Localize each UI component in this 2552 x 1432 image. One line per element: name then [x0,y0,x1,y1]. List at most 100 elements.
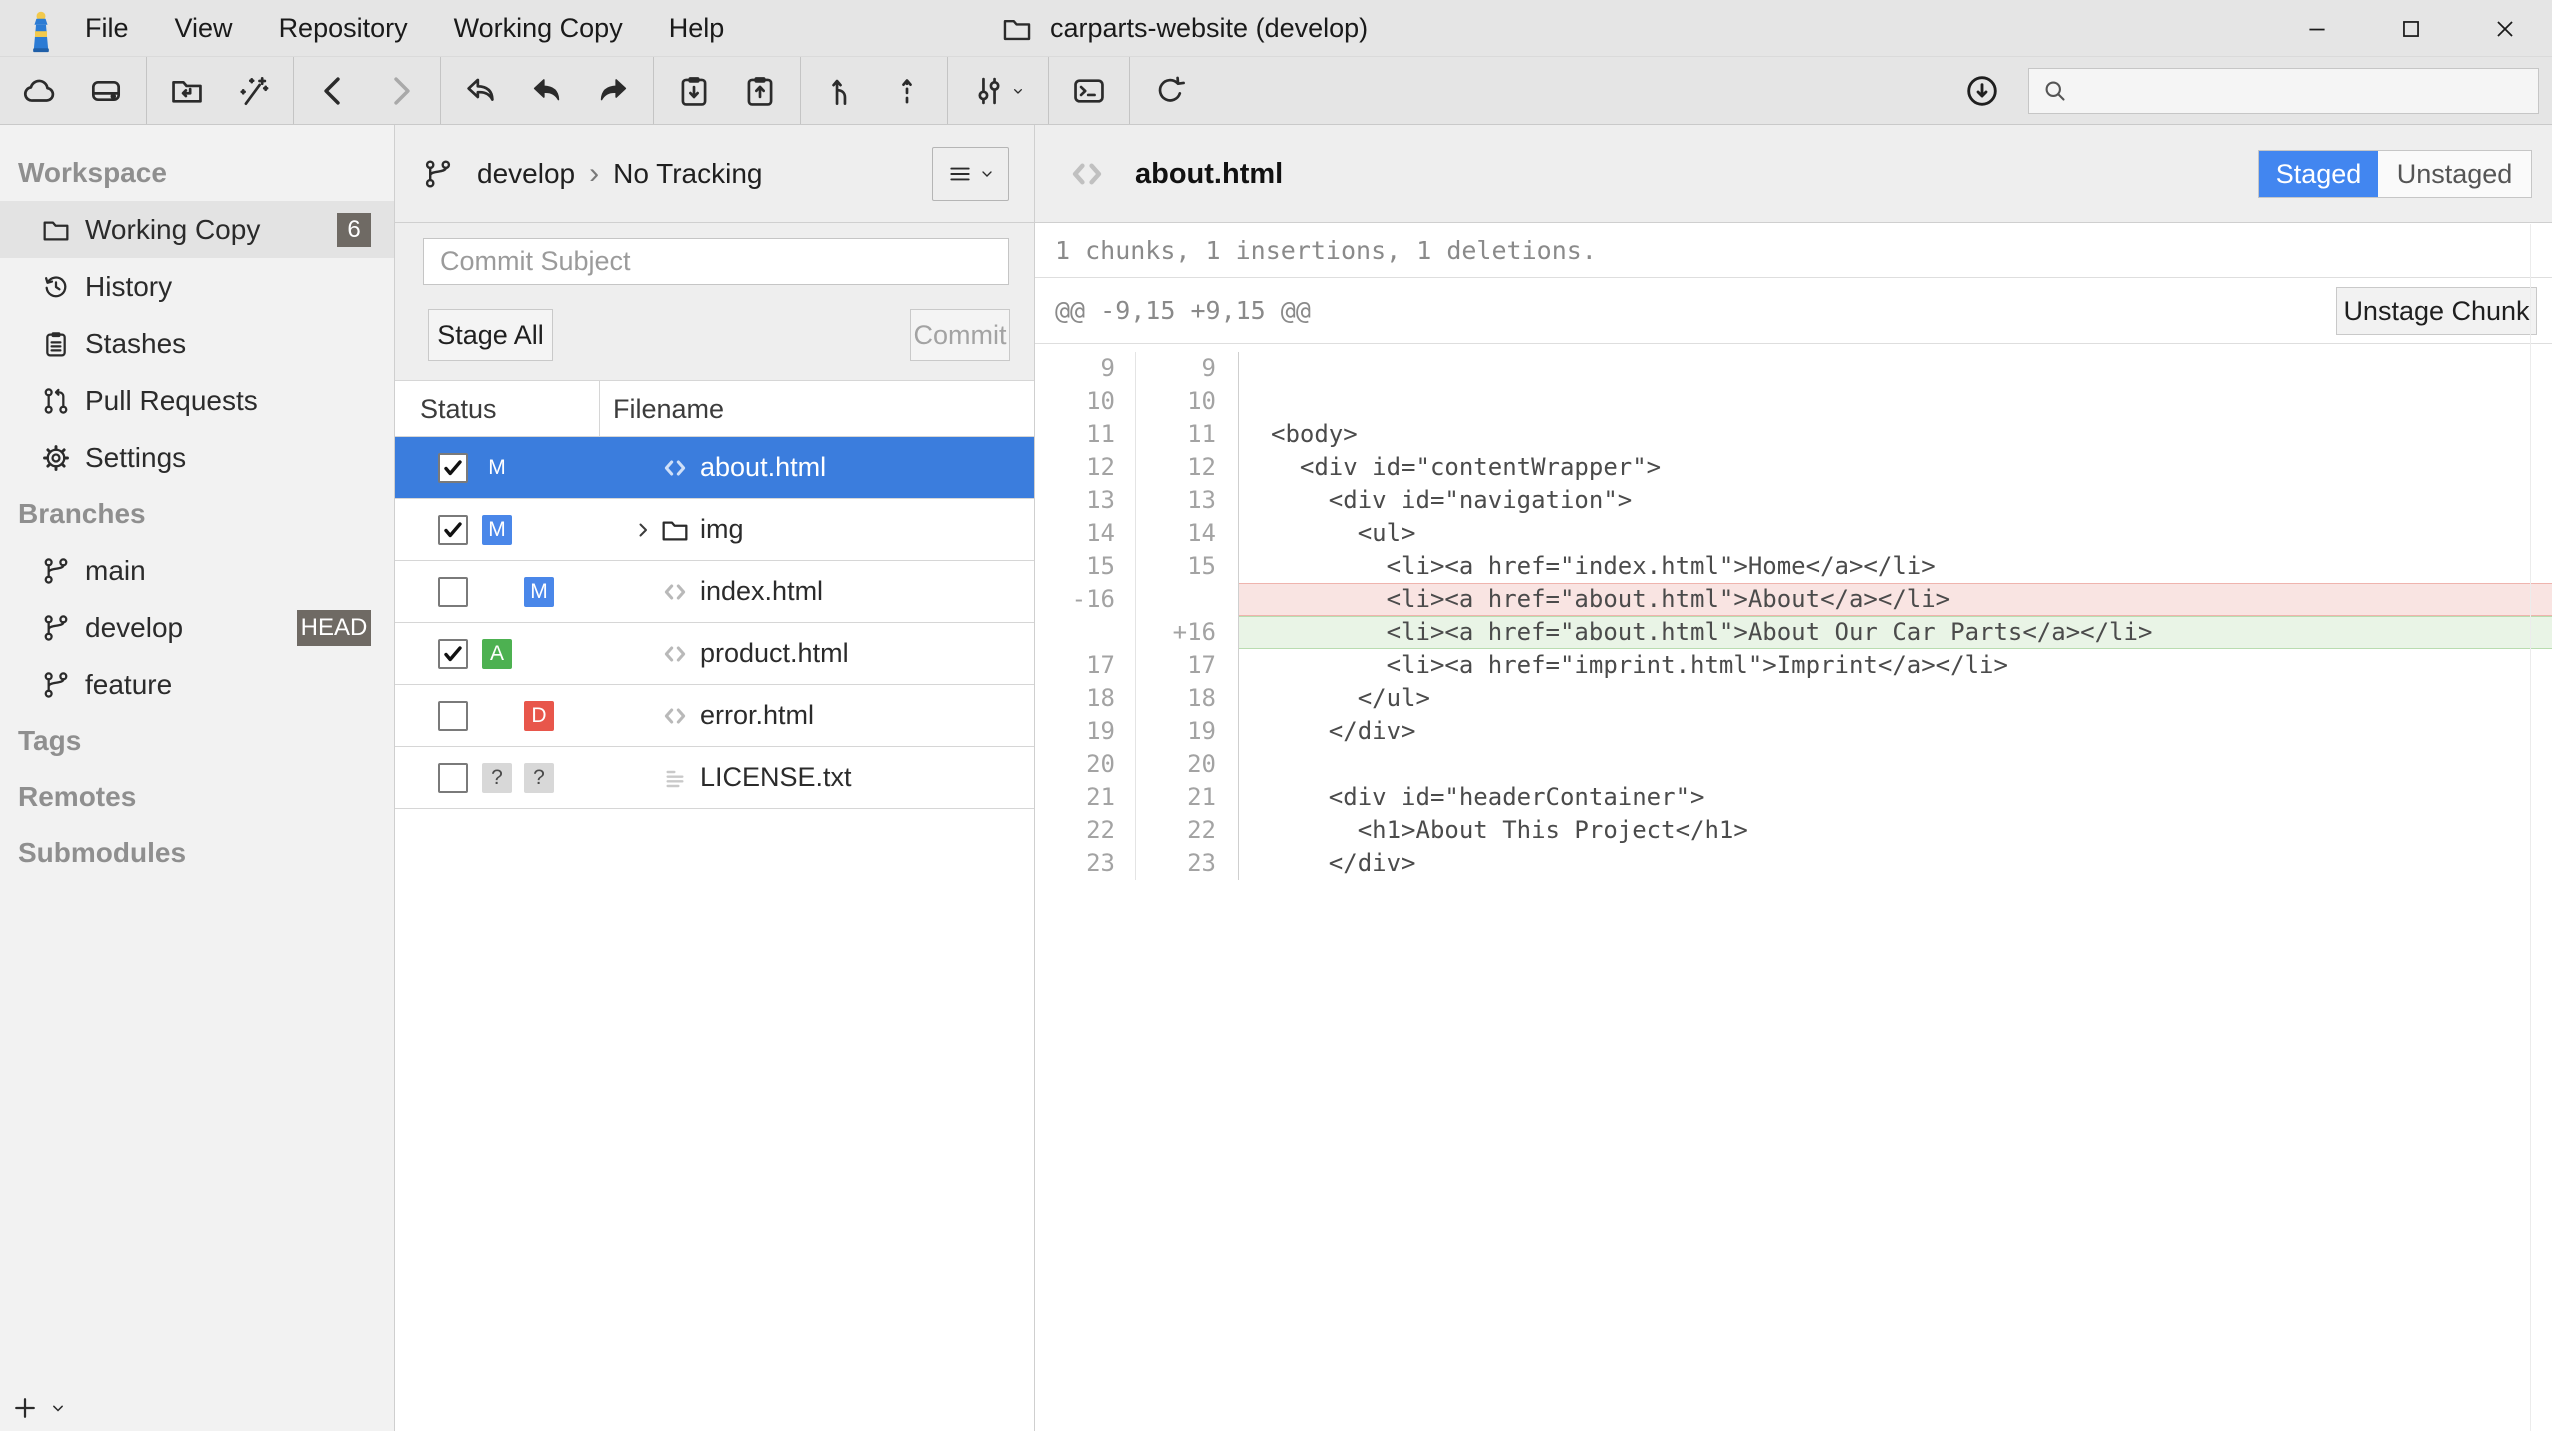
folder-return-button[interactable] [159,63,215,119]
stash-pop-icon [741,72,779,110]
stage-checkbox[interactable] [438,515,468,545]
unstage-chunk-button[interactable]: Unstage Chunk [2336,287,2537,335]
sidebar-item-develop[interactable]: develop HEAD [0,599,394,656]
repo-folder-icon [1000,12,1034,46]
sidebar-section-remotes[interactable]: Remotes [0,769,394,825]
commit-button[interactable]: Commit [910,309,1010,361]
branch-options-button[interactable] [932,147,1009,201]
window-title: carparts-website (develop) [1050,13,1368,44]
sidebar-item-history[interactable]: History [0,258,394,315]
app-logo-icon [24,9,58,49]
new-line-number: 10 [1136,385,1239,418]
cloud-button[interactable] [12,63,68,119]
sidebar-section-branches[interactable]: Branches [0,486,394,542]
stash-save-button[interactable] [666,63,722,119]
file-row-product-html[interactable]: Aproduct.html [395,623,1034,685]
branch-header: develop › No Tracking [395,125,1034,223]
sidebar-item-stashes[interactable]: Stashes [0,315,394,372]
file-row-license-txt[interactable]: ??LICENSE.txt [395,747,1034,809]
menu-file[interactable]: File [85,13,129,44]
commit-panel: develop › No Tracking Stage All Commit [395,125,1035,1431]
tracking-status[interactable]: No Tracking [613,158,762,190]
share-button[interactable] [453,63,509,119]
close-icon [2492,16,2518,42]
diff-line-context: 2121 <div id="headerContainer"> [1035,781,2552,814]
sidebar-item-label: Settings [85,442,186,474]
stash-save-icon [675,72,713,110]
diff-code-text: <div id="headerContainer"> [1239,781,2552,814]
sidebar-item-feature[interactable]: feature [0,656,394,713]
stash-pop-button[interactable] [732,63,788,119]
hunk-header: @@ -9,15 +9,15 @@ Unstage Chunk [1035,278,2552,344]
file-name: img [700,514,744,545]
current-branch[interactable]: develop [477,158,575,190]
menu-help[interactable]: Help [669,13,725,44]
refresh-button[interactable] [1142,63,1198,119]
sidebar-item-working-copy[interactable]: Working Copy6 [0,201,394,258]
diff-line-context: 99 [1035,352,2552,385]
rebase-button[interactable] [879,63,935,119]
file-row-index-html[interactable]: Mindex.html [395,561,1034,623]
search-input[interactable] [2079,75,2526,106]
sidebar-section-workspace[interactable]: Workspace [0,145,394,201]
add-repository-icon[interactable] [10,1393,40,1423]
expand-chevron-icon[interactable] [631,518,655,542]
commit-subject-input[interactable] [423,238,1009,285]
file-row-img[interactable]: Mimg [395,499,1034,561]
tab-staged[interactable]: Staged [2259,151,2378,197]
terminal-button[interactable] [1061,63,1117,119]
sidebar-item-label: develop [85,612,183,644]
maximize-button[interactable] [2364,0,2458,57]
diff-panel: about.html Staged Unstaged 1 chunks, 1 i… [1035,125,2552,1431]
drive-button[interactable] [78,63,134,119]
menu-repository[interactable]: Repository [279,13,408,44]
add-repository-chevron-icon[interactable] [48,1398,68,1418]
menu-view[interactable]: View [175,13,233,44]
gear-icon [40,442,72,474]
file-row-error-html[interactable]: Derror.html [395,685,1034,747]
push-button[interactable] [585,63,641,119]
new-line-number: 9 [1136,352,1239,385]
stage-checkbox[interactable] [438,701,468,731]
sidebar-item-main[interactable]: main [0,542,394,599]
diff-code-text [1239,748,2552,781]
diff-line-context: 1111<body> [1035,418,2552,451]
new-line-number: 19 [1136,715,1239,748]
file-row-about-html[interactable]: Mabout.html [395,437,1034,499]
folder-icon [40,214,72,246]
close-button[interactable] [2458,0,2552,57]
status-badge-untracked: ? [524,763,554,793]
minimize-icon [2304,16,2330,42]
diff-line-context: 1313 <div id="navigation"> [1035,484,2552,517]
stage-checkbox[interactable] [438,639,468,669]
sidebar-section-submodules[interactable]: Submodules [0,825,394,881]
compare-button[interactable] [960,63,1036,119]
sidebar-item-pull-requests[interactable]: Pull Requests [0,372,394,429]
diff-line-context: 1818 </ul> [1035,682,2552,715]
change-count-badge: 6 [337,213,371,247]
diff-line-context: 1919 </div> [1035,715,2552,748]
diff-code-text: <li><a href="about.html">About Our Car P… [1239,616,2552,649]
magic-wand-icon [234,72,272,110]
merge-button[interactable] [813,63,869,119]
magic-wand-button[interactable] [225,63,281,119]
forward-icon [381,72,419,110]
compare-icon [970,72,1008,110]
stage-checkbox[interactable] [438,763,468,793]
tab-unstaged[interactable]: Unstaged [2378,151,2531,197]
menu-working-copy[interactable]: Working Copy [454,13,623,44]
diff-scrollbar[interactable] [2530,224,2531,1431]
back-button[interactable] [306,63,362,119]
sidebar-item-settings[interactable]: Settings [0,429,394,486]
stage-all-button[interactable]: Stage All [428,309,553,361]
status-badge-added: A [482,639,512,669]
pull-button[interactable] [519,63,575,119]
sidebar-section-tags[interactable]: Tags [0,713,394,769]
head-badge: HEAD [297,610,371,646]
minimize-button[interactable] [2270,0,2364,57]
stage-checkbox[interactable] [438,577,468,607]
stage-checkbox[interactable] [438,453,468,483]
old-line-number: 9 [1035,352,1136,385]
terminal-icon [1070,72,1108,110]
fetch-button[interactable] [1954,63,2010,119]
